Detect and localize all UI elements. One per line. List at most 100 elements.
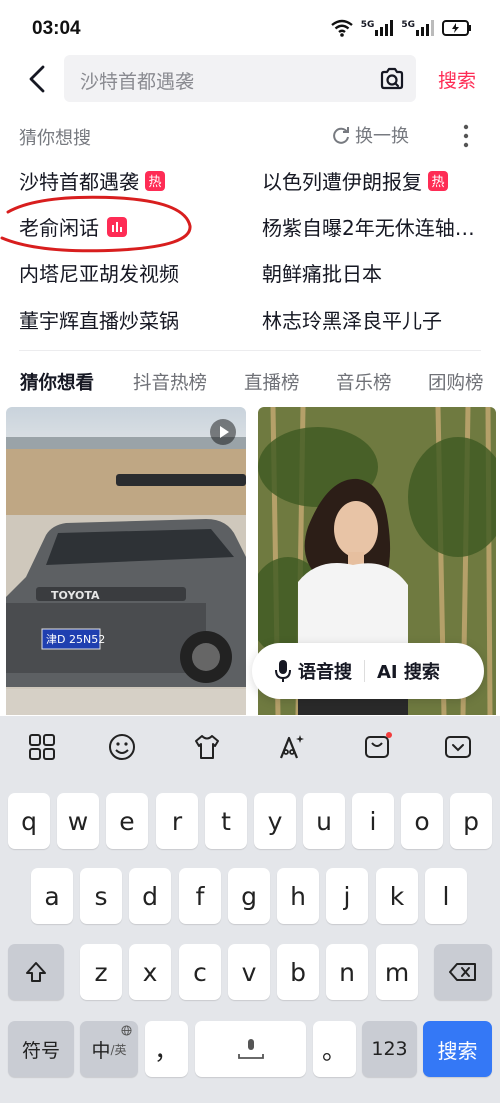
voice-search-label: 语音搜 (298, 662, 352, 683)
network-label-2: 5G (401, 20, 415, 30)
tab-guess-watch[interactable]: 猜你想看 (20, 369, 94, 395)
refresh-icon (333, 127, 349, 144)
key-g[interactable]: g (228, 868, 270, 924)
period-key[interactable]: 。 (313, 1021, 356, 1077)
car-brand-text: TOYOTA (51, 589, 100, 602)
key-f[interactable]: f (179, 868, 221, 924)
suggestion-item[interactable]: 林志玲黑泽良平儿子 (262, 305, 442, 334)
guess-search-title: 猜你想搜 (19, 128, 91, 149)
tab-music-rank[interactable]: 音乐榜 (336, 369, 392, 395)
microphone-icon (275, 660, 291, 682)
status-time: 03:04 (32, 18, 81, 39)
search-query-text: 沙特首都遇袭 (80, 71, 195, 93)
key-h[interactable]: h (277, 868, 319, 924)
search-input[interactable]: 沙特首都遇袭 (64, 55, 416, 102)
signal-icon-2: 5G (401, 20, 434, 36)
key-l[interactable]: l (425, 868, 467, 924)
play-icon (210, 419, 236, 445)
shift-key[interactable] (8, 944, 64, 1000)
refresh-label: 换一换 (355, 126, 409, 147)
suggestion-text: 杨紫自曝2年无休连轴… (262, 216, 475, 240)
key-x[interactable]: x (129, 944, 171, 1000)
key-p[interactable]: p (450, 793, 492, 849)
suggestion-text: 朝鲜痛批日本 (262, 262, 382, 286)
red-annotation-circle (0, 195, 192, 253)
key-k[interactable]: k (376, 868, 418, 924)
section-divider (19, 350, 481, 351)
status-bar: 03:04 5G 5G (0, 0, 500, 56)
suggestion-item[interactable]: 董宇辉直播炒菜锅 (19, 305, 179, 334)
keyboard-toolbar (0, 716, 500, 778)
signal-icon: 5G (361, 20, 394, 36)
key-o[interactable]: o (401, 793, 443, 849)
status-icons: 5G 5G (330, 16, 472, 40)
skin-tshirt-icon[interactable] (192, 732, 222, 762)
car-thumbnail: TOYOTA 津D 25N52 (6, 407, 246, 715)
suggestion-item[interactable]: 杨紫自曝2年无休连轴… (262, 212, 475, 241)
back-button[interactable] (20, 62, 54, 96)
enter-search-key[interactable]: 搜索 (423, 1021, 492, 1077)
space-mic-icon (237, 1039, 264, 1059)
suggestion-text: 内塔尼亚胡发视频 (19, 262, 179, 286)
tab-douyin-hot[interactable]: 抖音热榜 (133, 369, 207, 395)
comma-key[interactable]: ， (145, 1021, 188, 1077)
voice-bar-divider (364, 660, 365, 682)
image-search-icon[interactable] (378, 65, 406, 93)
tab-live-rank[interactable]: 直播榜 (244, 369, 300, 395)
key-a[interactable]: a (31, 868, 73, 924)
key-e[interactable]: e (106, 793, 148, 849)
search-submit-button[interactable]: 搜索 (438, 66, 476, 93)
key-d[interactable]: d (129, 868, 171, 924)
emoji-icon[interactable] (107, 732, 137, 762)
key-t[interactable]: t (205, 793, 247, 849)
back-arrow-icon (29, 65, 45, 93)
suggestion-item[interactable]: 内塔尼亚胡发视频 (19, 258, 179, 287)
key-n[interactable]: n (326, 944, 368, 1000)
suggestion-text: 以色列遭伊朗报复 (262, 170, 422, 194)
backspace-icon (449, 963, 476, 981)
key-j[interactable]: j (326, 868, 368, 924)
suggestion-item[interactable]: 以色列遭伊朗报复 热 (262, 166, 448, 195)
voice-ai-search-bar: 语音搜 AI 搜索 (252, 643, 484, 699)
key-s[interactable]: s (80, 868, 122, 924)
key-y[interactable]: y (254, 793, 296, 849)
ai-search-label: AI 搜索 (377, 662, 440, 683)
backspace-key[interactable] (434, 944, 492, 1000)
key-v[interactable]: v (228, 944, 270, 1000)
suggestion-text: 林志玲黑泽良平儿子 (262, 309, 442, 333)
grid-menu-icon[interactable] (27, 732, 57, 762)
numbers-key[interactable]: 123 (362, 1021, 417, 1077)
more-options-icon[interactable] (456, 123, 476, 149)
key-i[interactable]: i (352, 793, 394, 849)
suggestion-item[interactable]: 朝鲜痛批日本 (262, 258, 382, 287)
shift-arrow-icon (26, 962, 46, 982)
key-w[interactable]: w (57, 793, 99, 849)
hide-keyboard-icon[interactable] (443, 732, 473, 762)
video-card-car[interactable]: TOYOTA 津D 25N52 (6, 407, 246, 715)
key-q[interactable]: q (8, 793, 50, 849)
suggestion-text: 董宇辉直播炒菜锅 (19, 309, 179, 333)
key-b[interactable]: b (277, 944, 319, 1000)
lang-label: 中 (91, 1039, 111, 1062)
key-m[interactable]: m (376, 944, 418, 1000)
refresh-button[interactable]: 换一换 (331, 122, 409, 148)
network-label-1: 5G (360, 20, 375, 30)
ai-assistant-icon[interactable] (276, 732, 306, 762)
wifi-icon (330, 19, 353, 37)
globe-icon (121, 1025, 132, 1036)
symbols-key[interactable]: 符号 (8, 1021, 74, 1077)
voice-search-button[interactable]: 语音搜 (274, 658, 352, 684)
language-toggle-key[interactable]: 中/英 (80, 1021, 138, 1077)
space-key[interactable] (195, 1021, 306, 1077)
key-r[interactable]: r (156, 793, 198, 849)
license-plate-text: 津D 25N52 (46, 633, 105, 646)
battery-icon (442, 20, 471, 36)
key-c[interactable]: c (179, 944, 221, 1000)
tab-groupbuy-rank[interactable]: 团购榜 (428, 369, 484, 395)
key-u[interactable]: u (303, 793, 345, 849)
key-z[interactable]: z (80, 944, 122, 1000)
hot-badge: 热 (428, 170, 448, 191)
ai-search-button[interactable]: AI 搜索 (377, 658, 440, 684)
shopping-bag-icon[interactable] (362, 732, 392, 762)
soft-keyboard: q w e r t y u i o p a s d f g h j k l z … (0, 716, 500, 1103)
